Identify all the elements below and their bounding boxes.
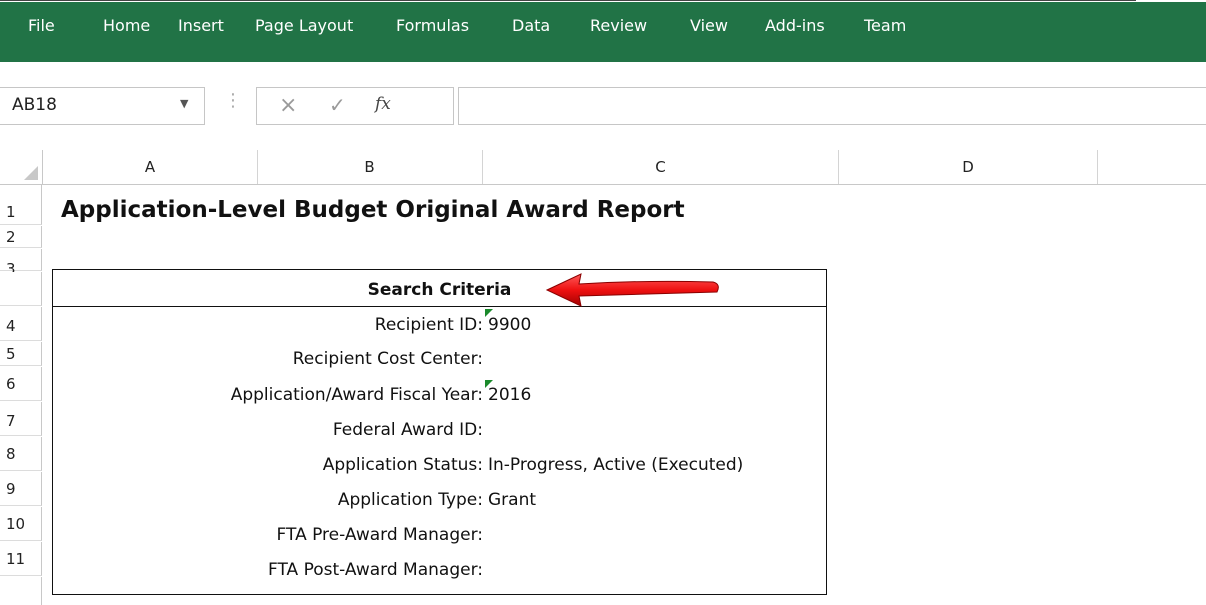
criteria-value-application-status[interactable]: In-Progress, Active (Executed)	[488, 455, 743, 475]
row-header-3b	[0, 272, 42, 306]
row-header-10[interactable]: 10	[0, 507, 42, 541]
criteria-label-fiscal-year: Application/Award Fiscal Year:	[230, 385, 483, 405]
criteria-label-application-type: Application Type:	[337, 490, 483, 510]
criteria-label-federal-award-id: Federal Award ID:	[332, 420, 483, 440]
tab-view[interactable]: View	[690, 16, 728, 35]
criteria-label-cost-center: Recipient Cost Center:	[292, 349, 483, 369]
ribbon-tabs: File Home Insert Page Layout Formulas Da…	[0, 2, 1206, 62]
insert-function-icon[interactable]: fx	[375, 94, 391, 114]
formula-input[interactable]	[458, 87, 1206, 125]
criteria-label-application-status: Application Status:	[322, 455, 483, 475]
row-header-11[interactable]: 11	[0, 542, 42, 576]
name-box-value: AB18	[12, 95, 57, 115]
criteria-label-post-award-manager: FTA Post-Award Manager:	[268, 560, 483, 580]
report-title: Application-Level Budget Original Award …	[61, 197, 685, 223]
tab-team[interactable]: Team	[864, 16, 906, 35]
row-header-2[interactable]: 2	[0, 226, 42, 248]
tab-add-ins[interactable]: Add-ins	[765, 16, 825, 35]
cancel-icon[interactable]: ×	[279, 93, 297, 118]
column-header-c[interactable]: C	[483, 150, 839, 184]
row-header-3[interactable]: 3	[0, 249, 42, 278]
formula-bar: AB18 ▼ ⋮ × ✓ fx	[0, 62, 1206, 146]
column-headers: A B C D	[0, 150, 1206, 185]
resize-handle-icon[interactable]: ⋮	[224, 92, 242, 110]
name-box[interactable]: AB18 ▼	[0, 87, 205, 125]
column-header-b[interactable]: B	[257, 150, 483, 184]
row-header-4[interactable]: 4	[0, 307, 42, 341]
row-header-6[interactable]: 6	[0, 367, 42, 401]
tab-home[interactable]: Home	[103, 16, 150, 35]
tab-file[interactable]: File	[28, 16, 55, 35]
criteria-value-application-type[interactable]: Grant	[488, 490, 536, 510]
select-all-button[interactable]	[0, 150, 42, 184]
column-header-d[interactable]: D	[839, 150, 1098, 184]
row-header-9[interactable]: 9	[0, 472, 42, 506]
criteria-label-recipient-id: Recipient ID:	[374, 315, 483, 335]
tab-data[interactable]: Data	[512, 16, 550, 35]
row-header-1[interactable]: 1	[0, 185, 42, 225]
row-header-7[interactable]: 7	[0, 402, 42, 436]
criteria-label-pre-award-manager: FTA Pre-Award Manager:	[276, 525, 483, 545]
tab-insert[interactable]: Insert	[178, 16, 224, 35]
tab-review[interactable]: Review	[590, 16, 647, 35]
chevron-down-icon[interactable]: ▼	[180, 97, 188, 110]
criteria-value-recipient-id[interactable]: 9900	[488, 315, 531, 335]
red-arrow-icon	[545, 273, 719, 307]
criteria-value-fiscal-year[interactable]: 2016	[488, 385, 531, 405]
tab-page-layout[interactable]: Page Layout	[255, 16, 353, 35]
formula-controls: × ✓ fx	[256, 87, 454, 125]
column-header-a[interactable]: A	[42, 150, 258, 184]
row-header-5[interactable]: 5	[0, 342, 42, 366]
enter-icon[interactable]: ✓	[329, 93, 346, 117]
row-header-12	[0, 577, 42, 605]
row-header-8[interactable]: 8	[0, 437, 42, 471]
tab-formulas[interactable]: Formulas	[396, 16, 469, 35]
